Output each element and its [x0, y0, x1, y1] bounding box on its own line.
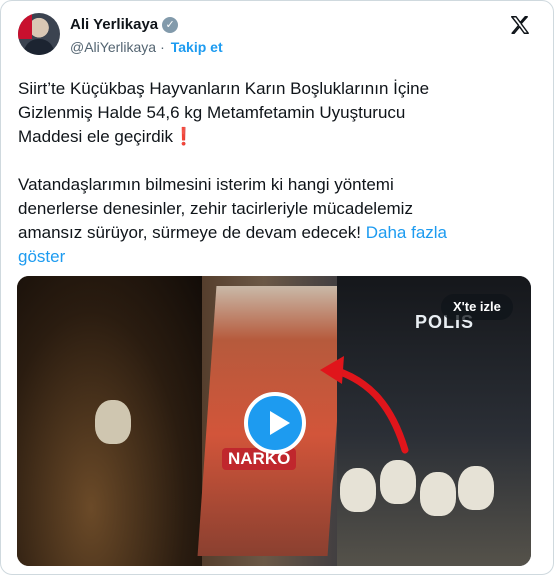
red-arrow-icon: [320, 356, 409, 454]
sheep-shape: [420, 472, 456, 516]
x-logo-icon[interactable]: [509, 14, 531, 36]
tweet-body: Siirt’te Küçükbaş Hayvanların Karın Boşl…: [18, 79, 430, 242]
sheep-shape: [380, 460, 416, 504]
author-name-row: Ali Yerlikaya ✓: [70, 16, 179, 33]
sheep-shape: [95, 400, 131, 444]
play-button[interactable]: [244, 392, 306, 454]
tweet-text: Siirt’te Küçükbaş Hayvanların Karın Boşl…: [18, 77, 538, 269]
play-icon: [270, 411, 290, 435]
sheep-shape: [458, 466, 494, 510]
avatar[interactable]: [18, 13, 60, 55]
follow-button[interactable]: Takip et: [171, 39, 223, 55]
author-name[interactable]: Ali Yerlikaya: [70, 16, 158, 33]
author-handle[interactable]: @AliYerlikaya: [70, 39, 156, 55]
avatar-figure: [24, 39, 54, 55]
separator: ·: [160, 39, 165, 55]
verified-badge-icon: ✓: [162, 16, 179, 33]
sheep-shape: [340, 468, 376, 512]
watch-on-x-button[interactable]: X'te izle: [441, 294, 513, 320]
author-handle-row: @AliYerlikaya · Takip et: [70, 39, 223, 55]
flag-icon: [18, 13, 32, 39]
